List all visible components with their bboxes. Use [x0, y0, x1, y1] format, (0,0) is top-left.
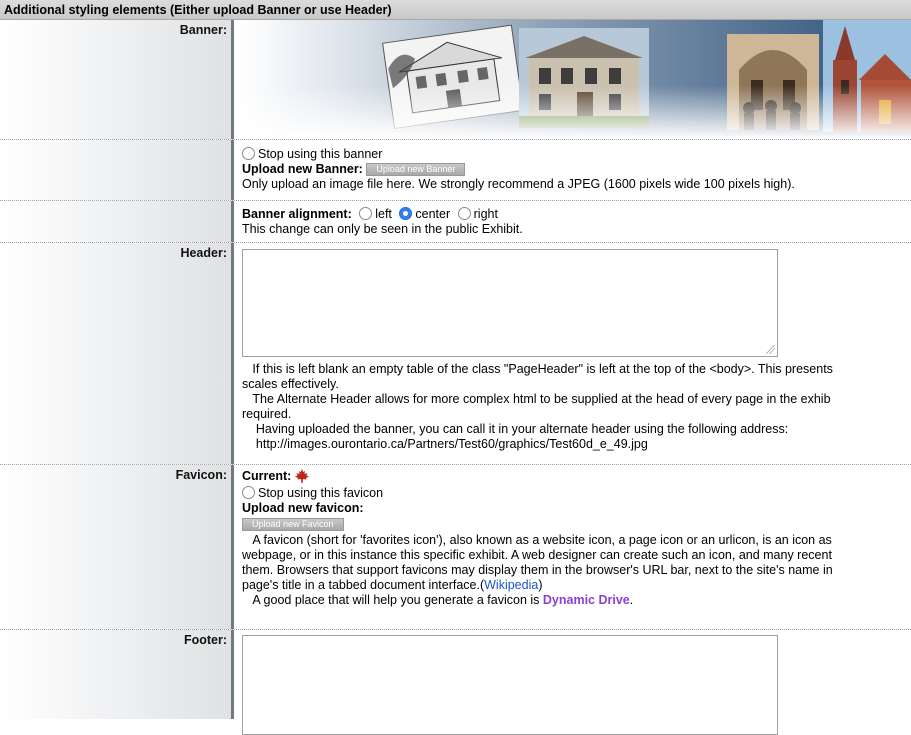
resize-grip-icon[interactable] [766, 345, 775, 354]
footer-label: Footer: [183, 633, 227, 647]
upload-banner-note: Only upload an image file here. We stron… [242, 177, 795, 191]
banner-image [239, 20, 911, 139]
favicon-desc-1: A favicon (short for 'favorites icon'), … [252, 533, 832, 547]
header-help-2: The Alternate Header allows for more com… [252, 392, 831, 406]
banner-label: Banner: [179, 23, 227, 37]
stop-favicon-label: Stop using this favicon [258, 486, 384, 500]
header-help-2b: required. [242, 407, 292, 421]
header-row: Header: If this is left blank an empty t… [0, 243, 911, 465]
align-left-label: left [375, 207, 392, 221]
upload-favicon-button[interactable]: Upload new Favicon [242, 518, 344, 531]
banner-row: Banner: [0, 20, 911, 140]
footer-row: Footer: [0, 630, 911, 735]
stop-favicon-radio[interactable] [242, 486, 255, 499]
align-center-radio[interactable] [399, 207, 413, 220]
favicon-tip-end: . [629, 593, 634, 607]
header-textarea[interactable] [242, 249, 778, 357]
banner-upload-row: Stop using this banner Upload new Banner… [0, 140, 911, 201]
favicon-label: Favicon: [175, 468, 227, 482]
maple-leaf-icon [294, 469, 309, 483]
header-help-3: Having uploaded the banner, you can call… [255, 422, 789, 436]
label-column: Favicon: [0, 465, 234, 629]
favicon-current-label: Current: [242, 469, 292, 483]
favicon-desc-4-end: ) [538, 578, 543, 592]
favicon-tip: A good place that will help you generate… [252, 593, 543, 607]
header-help-1: If this is left blank an empty table of … [252, 362, 833, 376]
favicon-desc-2: webpage, or in this instance this specif… [242, 548, 832, 562]
favicon-desc-4: page's title in a tabbed document interf… [242, 578, 485, 592]
stop-banner-radio[interactable] [242, 147, 255, 160]
header-label: Header: [180, 246, 227, 260]
footer-textarea[interactable] [242, 635, 778, 735]
label-column [0, 201, 234, 242]
label-column: Footer: [0, 630, 234, 719]
align-right-radio[interactable] [457, 207, 471, 220]
upload-banner-button[interactable]: Upload new Banner [366, 163, 466, 176]
header-help-url: http://images.ourontario.ca/Partners/Tes… [255, 437, 648, 451]
wikipedia-link[interactable]: Wikipedia [484, 578, 538, 592]
banner-alignment-row: Banner alignment: left center right This… [0, 201, 911, 243]
upload-favicon-label: Upload new favicon: [242, 501, 364, 515]
favicon-desc-3: them. Browsers that support favicons may… [242, 563, 833, 577]
upload-banner-label: Upload new Banner: [242, 162, 363, 176]
section-title: Additional styling elements (Either uplo… [0, 0, 911, 20]
header-help-1b: scales effectively. [242, 377, 339, 391]
label-column [0, 140, 234, 200]
stop-banner-label: Stop using this banner [258, 147, 383, 161]
align-right-label: right [473, 207, 498, 221]
dynamic-drive-link[interactable]: Dynamic Drive [543, 593, 630, 607]
banner-alignment-label: Banner alignment: [242, 207, 352, 221]
label-column: Header: [0, 243, 234, 464]
alignment-note: This change can only be seen in the publ… [242, 222, 523, 236]
align-center-label: center [415, 207, 451, 221]
align-left-radio[interactable] [359, 207, 373, 220]
favicon-row: Favicon: Current: Stop using this favico… [0, 465, 911, 630]
label-column: Banner: [0, 20, 234, 139]
